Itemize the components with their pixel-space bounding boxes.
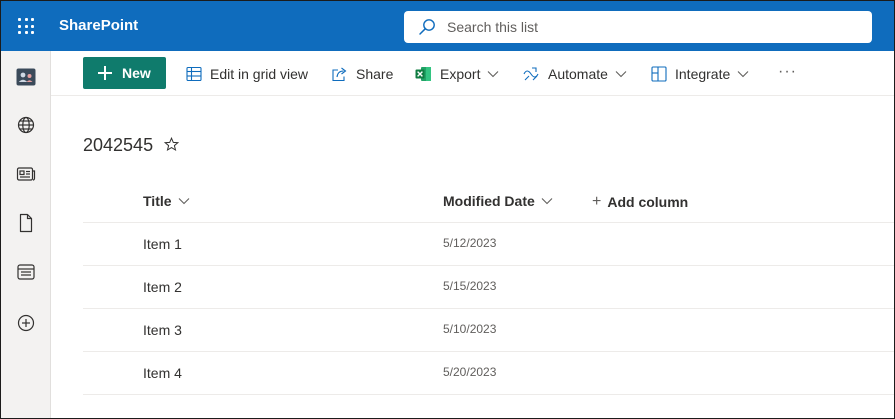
row-title-cell[interactable]: Item 3 — [143, 322, 182, 338]
column-header-label: Modified Date — [443, 193, 535, 209]
chevron-down-icon — [615, 71, 627, 78]
new-button[interactable]: New — [83, 57, 166, 89]
more-options-button[interactable]: ··· — [778, 63, 797, 81]
favorite-star-icon[interactable] — [164, 137, 179, 152]
row-date-cell: 5/10/2023 — [443, 322, 497, 336]
integrate-label: Integrate — [675, 66, 731, 82]
row-title-cell[interactable]: Item 2 — [143, 279, 182, 295]
row-divider — [83, 394, 894, 395]
grid-icon — [186, 66, 202, 82]
add-circle-icon[interactable] — [14, 311, 38, 335]
left-rail — [1, 51, 51, 418]
add-column-button[interactable]: + Add column — [592, 193, 688, 211]
column-header-title[interactable]: Title — [143, 193, 190, 209]
add-column-label: Add column — [607, 194, 689, 210]
site-avatar-icon[interactable] — [14, 65, 38, 89]
export-button[interactable]: Export — [415, 63, 499, 85]
header-divider — [83, 222, 894, 223]
integrate-icon — [651, 66, 667, 82]
edit-grid-button[interactable]: Edit in grid view — [186, 63, 308, 85]
plus-icon: + — [592, 193, 602, 210]
automate-icon — [523, 67, 539, 81]
list-icon[interactable] — [14, 260, 38, 284]
document-icon[interactable] — [14, 211, 38, 235]
row-divider — [83, 265, 894, 266]
share-label: Share — [356, 66, 394, 82]
automate-button[interactable]: Automate — [523, 63, 627, 85]
automate-label: Automate — [548, 66, 608, 82]
suite-bar: SharePoint Search this list — [1, 1, 894, 51]
list-title: 2042545 — [83, 135, 154, 155]
excel-icon — [415, 67, 431, 81]
app-launcher-icon[interactable] — [18, 18, 34, 34]
row-date-cell: 5/15/2023 — [443, 279, 497, 293]
chevron-down-icon — [737, 71, 749, 78]
column-header-label: Title — [143, 193, 172, 209]
window-frame: SharePoint Search this list New Edit in … — [0, 0, 895, 419]
chevron-down-icon — [541, 198, 553, 205]
share-icon — [332, 67, 347, 82]
app-name[interactable]: SharePoint — [59, 17, 138, 34]
export-label: Export — [440, 66, 481, 82]
row-title-cell[interactable]: Item 1 — [143, 236, 182, 252]
news-icon[interactable] — [14, 162, 38, 186]
share-button[interactable]: Share — [331, 63, 393, 85]
new-button-label: New — [122, 65, 151, 81]
chevron-down-icon — [178, 198, 189, 205]
row-date-cell: 5/12/2023 — [443, 236, 497, 250]
row-date-cell: 5/20/2023 — [443, 365, 497, 379]
search-input[interactable]: Search this list — [447, 19, 538, 35]
plus-icon — [98, 66, 112, 80]
row-title-cell[interactable]: Item 4 — [143, 365, 182, 381]
row-divider — [83, 351, 894, 352]
globe-icon[interactable] — [14, 113, 38, 137]
search-box[interactable]: Search this list — [404, 11, 872, 43]
edit-grid-label: Edit in grid view — [210, 66, 309, 82]
search-icon — [419, 19, 435, 35]
column-header-modified-date[interactable]: Modified Date — [443, 193, 553, 209]
command-bar: New Edit in grid view Share Export Autom… — [51, 51, 894, 96]
chevron-down-icon — [488, 71, 499, 78]
row-divider — [83, 308, 894, 309]
integrate-button[interactable]: Integrate — [651, 63, 749, 85]
